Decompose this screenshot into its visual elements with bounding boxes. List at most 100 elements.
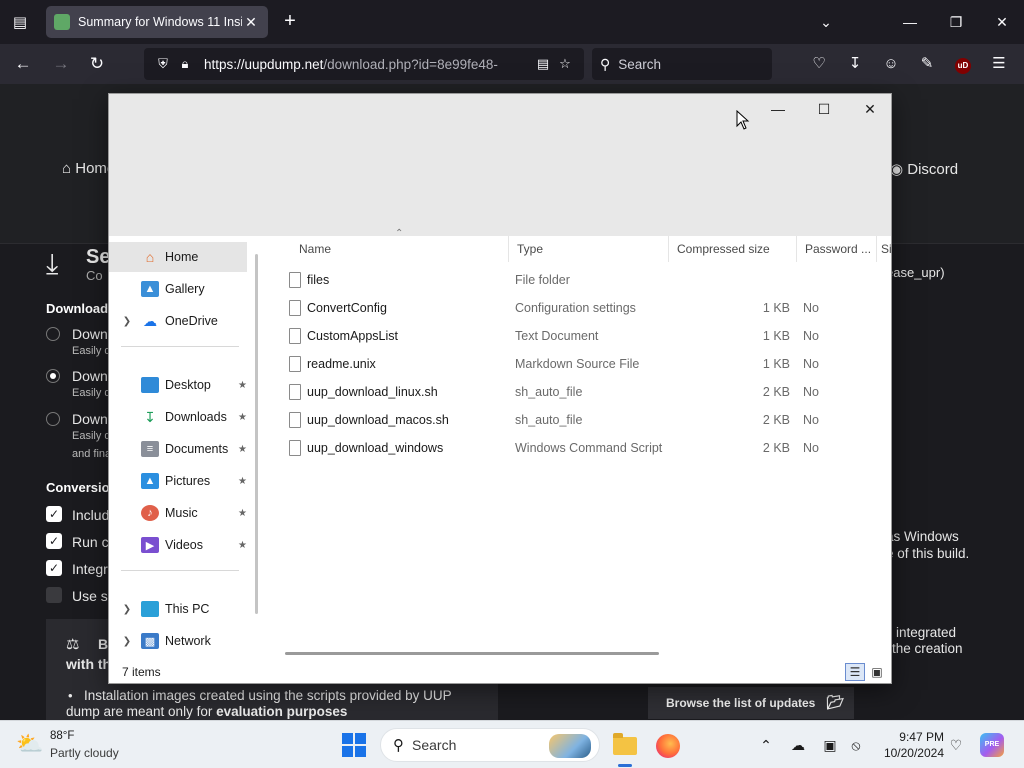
- tab-close-icon[interactable]: ✕: [242, 14, 260, 31]
- restore-browser-button[interactable]: ❐: [942, 10, 970, 34]
- browser-tab[interactable]: Summary for Windows 11 Insider ✕: [46, 6, 268, 38]
- sidebar-item-onedrive[interactable]: ❯ ☁ OneDrive: [109, 306, 247, 336]
- download-option-label-3[interactable]: Down: [72, 411, 108, 427]
- column-header-size[interactable]: Si: [877, 236, 891, 262]
- sidebar-item-videos[interactable]: ▶ Videos ★: [109, 530, 247, 560]
- window-titlebar[interactable]: — ☐ ✕: [109, 94, 891, 236]
- horizontal-scrollbar[interactable]: [285, 652, 659, 655]
- maximize-window-button[interactable]: ☐: [801, 96, 847, 122]
- pin-icon: ★: [238, 443, 247, 455]
- sidebar-item-network[interactable]: ❯ ▩ Network: [109, 626, 247, 656]
- minimize-browser-button[interactable]: —: [896, 10, 924, 34]
- onedrive-offline-icon[interactable]: ☁: [786, 733, 810, 757]
- sidebar-item-pictures[interactable]: ▲ Pictures ★: [109, 466, 247, 496]
- account-icon[interactable]: ☺: [878, 52, 904, 76]
- notification-bell-icon[interactable]: ♡: [944, 733, 968, 757]
- file-explorer-taskbar-icon[interactable]: [607, 728, 643, 764]
- speaker-muted-icon[interactable]: ⦸: [844, 733, 868, 757]
- download-option-radio-2[interactable]: [46, 369, 60, 383]
- sidebar-item-gallery[interactable]: ▲ Gallery: [109, 274, 247, 304]
- extensions-icon[interactable]: ✎: [914, 52, 940, 76]
- forward-arrow-icon[interactable]: →: [48, 52, 74, 76]
- taskbar-clock[interactable]: 9:47 PM 10/20/2024: [872, 729, 944, 761]
- file-icon: [289, 440, 301, 456]
- build-name-tail: ease_upr): [886, 265, 945, 280]
- search-icon: ⚲: [393, 737, 404, 754]
- table-row[interactable]: CustomAppsList Text Document 1 KB No: [265, 322, 891, 350]
- weather-partly-cloudy-icon[interactable]: ⛅: [16, 730, 44, 758]
- conversion-checkbox-3[interactable]: ✓: [46, 560, 62, 576]
- chevron-right-icon[interactable]: ❯: [119, 316, 135, 327]
- cloud-icon: ☁: [143, 312, 157, 329]
- new-tab-button[interactable]: +: [278, 10, 302, 34]
- conversion-label-3[interactable]: Integr: [72, 561, 108, 577]
- conversion-checkbox-1[interactable]: ✓: [46, 506, 62, 522]
- chevron-right-icon[interactable]: ❯: [119, 636, 135, 647]
- notice-bullet-icon: •: [68, 688, 73, 703]
- search-placeholder: Search: [618, 56, 662, 72]
- tray-overflow-chevron-icon[interactable]: ⌃: [754, 733, 778, 757]
- lock-icon[interactable]: 🔒︎: [174, 56, 196, 72]
- home-icon: ⌂: [145, 249, 155, 265]
- sidebar-item-downloads[interactable]: ↧ Downloads ★: [109, 402, 247, 432]
- start-button[interactable]: [342, 733, 366, 757]
- tiles-view-icon[interactable]: ▣: [867, 663, 887, 681]
- copilot-icon[interactable]: PRE: [980, 733, 1004, 757]
- pocket-icon[interactable]: ♡: [806, 52, 832, 76]
- tab-list-icon[interactable]: ▤: [8, 10, 32, 34]
- conversion-checkbox-4[interactable]: [46, 587, 62, 603]
- download-option-radio-1[interactable]: [46, 327, 60, 341]
- column-header-password[interactable]: Password ...: [797, 236, 877, 262]
- reader-view-icon[interactable]: ▤: [532, 56, 554, 72]
- shield-icon[interactable]: ⛨: [152, 56, 174, 72]
- table-row[interactable]: uup_download_linux.sh sh_auto_file 2 KB …: [265, 378, 891, 406]
- url-text[interactable]: https://uupdump.net/download.php?id=8e99…: [204, 57, 532, 72]
- ublock-icon[interactable]: uD: [950, 52, 976, 76]
- file-icon: [289, 356, 301, 372]
- sidebar-item-desktop[interactable]: Desktop ★: [109, 370, 247, 400]
- chevron-right-icon[interactable]: ❯: [119, 604, 135, 615]
- sidebar-item-this-pc[interactable]: ❯ This PC: [109, 594, 247, 624]
- close-window-button[interactable]: ✕: [847, 96, 891, 122]
- download-option-label-2[interactable]: Down: [72, 368, 108, 384]
- sidebar-item-home[interactable]: ⌂ Home: [109, 242, 247, 272]
- pin-icon: ★: [238, 539, 247, 551]
- table-row[interactable]: uup_download_windows Windows Command Scr…: [265, 434, 891, 462]
- page-discord-link[interactable]: ◉ Discord: [890, 160, 958, 178]
- minimize-window-button[interactable]: —: [755, 96, 801, 122]
- tab-overflow-chevron-icon[interactable]: ⌄: [812, 10, 840, 34]
- menu-hamburger-icon[interactable]: ☰: [986, 52, 1012, 76]
- downloads-icon[interactable]: ↧: [842, 52, 868, 76]
- table-row[interactable]: readme.unix Markdown Source File 1 KB No: [265, 350, 891, 378]
- column-header-name[interactable]: Name: [291, 236, 509, 262]
- details-view-icon[interactable]: ☰: [845, 663, 865, 681]
- firefox-taskbar-icon[interactable]: [650, 728, 686, 764]
- bookmark-star-icon[interactable]: ☆: [554, 56, 576, 72]
- videos-icon: ▶: [141, 537, 159, 553]
- back-arrow-icon[interactable]: ←: [10, 52, 36, 76]
- table-row[interactable]: ConvertConfig Configuration settings 1 K…: [265, 294, 891, 322]
- download-option-radio-3[interactable]: [46, 412, 60, 426]
- sidebar-item-music[interactable]: ♪ Music ★: [109, 498, 247, 528]
- weather-description[interactable]: Partly cloudy: [50, 746, 119, 760]
- weather-temperature[interactable]: 88°F: [50, 730, 74, 742]
- notice-bullet-text-2: dump are meant only for evaluation purpo…: [66, 704, 348, 719]
- column-header-type[interactable]: Type: [509, 236, 669, 262]
- download-option-label-1[interactable]: Down: [72, 326, 108, 342]
- browse-updates-button[interactable]: Browse the list of updates 📂︎: [648, 687, 854, 719]
- sidebar-item-documents[interactable]: ≡ Documents ★: [109, 434, 247, 464]
- sidebar-scrollbar[interactable]: [255, 254, 258, 614]
- search-bar[interactable]: ⚲ Search: [592, 48, 772, 80]
- table-row[interactable]: uup_download_macos.sh sh_auto_file 2 KB …: [265, 406, 891, 434]
- reload-icon[interactable]: ↻: [84, 52, 110, 76]
- conversion-checkbox-2[interactable]: ✓: [46, 533, 62, 549]
- file-icon: [289, 384, 301, 400]
- conversion-label-1[interactable]: Includ: [72, 507, 109, 523]
- close-browser-button[interactable]: ✕: [988, 10, 1016, 34]
- table-row[interactable]: files File folder: [265, 266, 891, 294]
- display-icon[interactable]: ▣: [818, 733, 842, 757]
- url-bar[interactable]: ⛨ 🔒︎ https://uupdump.net/download.php?id…: [144, 48, 584, 80]
- taskbar-search-box[interactable]: ⚲ Search: [380, 728, 600, 762]
- mouse-cursor-icon: [736, 110, 750, 130]
- column-header-compressed-size[interactable]: Compressed size: [669, 236, 797, 262]
